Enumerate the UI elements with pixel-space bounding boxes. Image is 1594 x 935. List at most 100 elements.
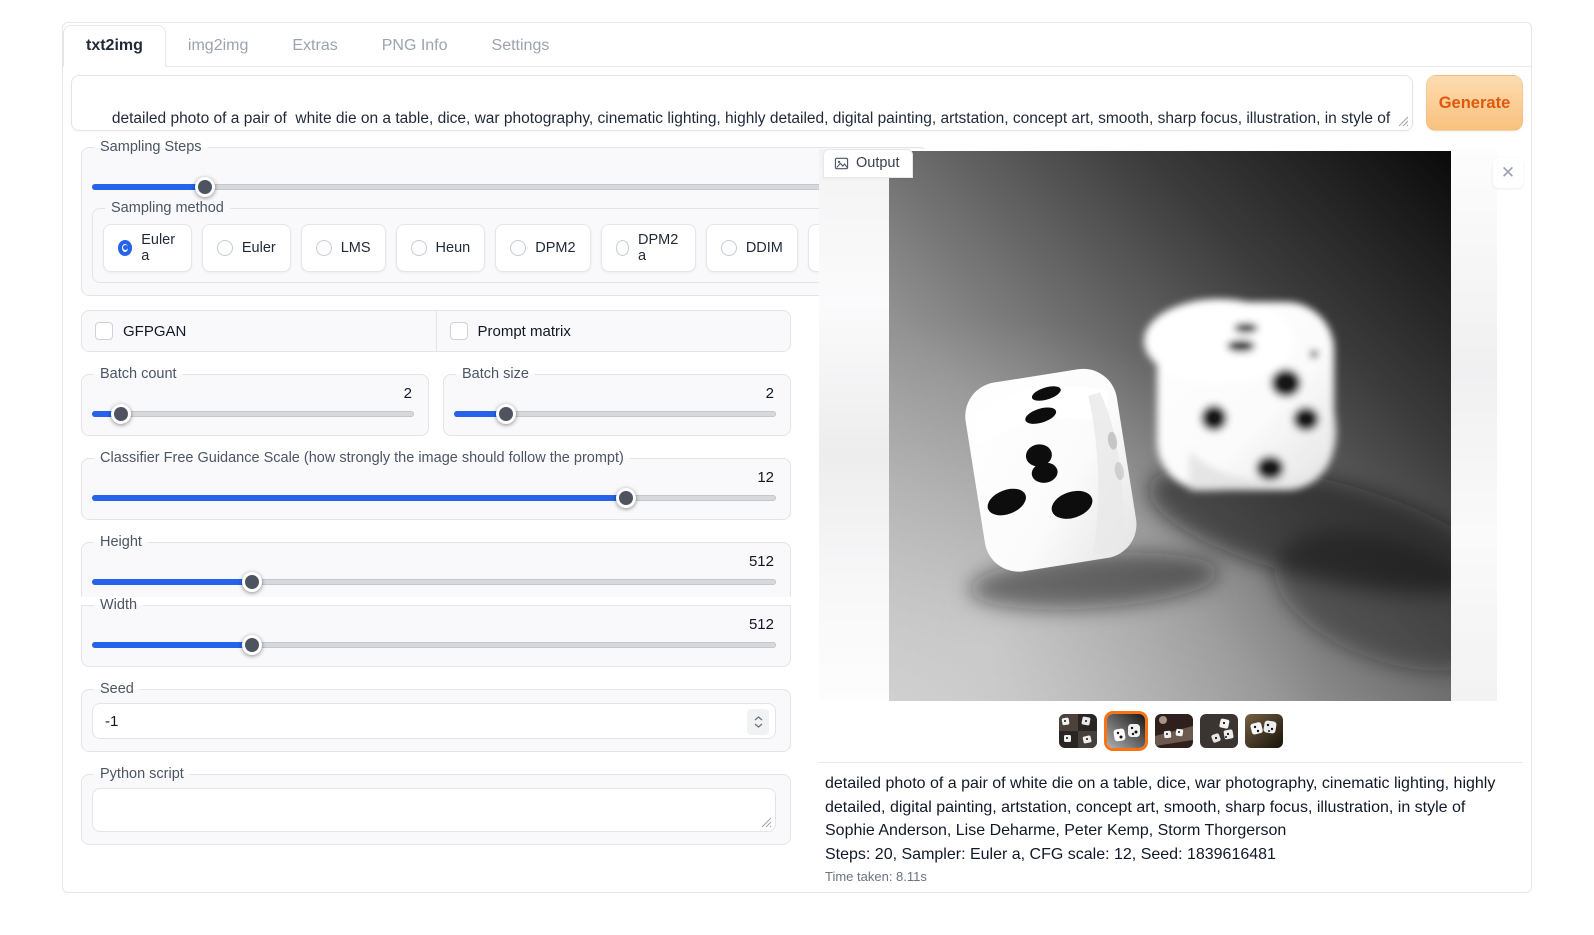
seed-group: Seed -1 [81, 681, 791, 752]
sampler-option-euler[interactable]: Euler [202, 224, 291, 272]
sampler-option-label: DPM2 [535, 240, 575, 256]
time-taken: Time taken: 8.11s [825, 869, 1517, 884]
prompt-text: detailed photo of a pair of white die on… [86, 110, 1395, 131]
batch-size-value: 2 [454, 385, 776, 405]
sampling-method-group: Sampling method Euler a Euler LMS [92, 200, 913, 283]
image-caption: detailed photo of a pair of white die on… [825, 772, 1517, 843]
sampler-option-label: DPM2 a [638, 232, 681, 264]
python-script-group: Python script [81, 766, 791, 845]
tab-extras[interactable]: Extras [270, 26, 359, 66]
batch-size-group: Batch size 2 [443, 366, 791, 436]
batch-count-group: Batch count 2 [81, 366, 429, 436]
controls-column: Sampling Steps 20 Sampling method Euler … [81, 139, 791, 845]
gallery-thumbnails [819, 709, 1523, 753]
cfg-scale-group: Classifier Free Guidance Scale (how stro… [81, 450, 791, 520]
slider-handle[interactable] [195, 177, 215, 197]
output-tab[interactable]: Output [823, 149, 913, 178]
resize-handle-icon[interactable] [760, 816, 772, 828]
slider-track[interactable] [92, 642, 776, 648]
slider-handle[interactable] [616, 488, 636, 508]
sampler-option-label: Euler a [141, 232, 177, 264]
radio-icon [217, 240, 233, 256]
batch-size-slider[interactable] [454, 405, 776, 423]
tab-bar: txt2img img2img Extras PNG Info Settings [63, 23, 1531, 67]
slider-track[interactable] [92, 579, 776, 585]
prompt-matrix-checkbox[interactable] [450, 322, 468, 340]
gfpgan-label: GFPGAN [123, 323, 186, 340]
gallery-thumbnail-1[interactable] [1059, 714, 1097, 748]
slider-track[interactable] [92, 495, 776, 501]
width-label: Width [94, 597, 143, 613]
slider-handle[interactable] [242, 635, 262, 655]
width-value: 512 [92, 616, 776, 636]
radio-icon [316, 240, 332, 256]
batch-count-slider[interactable] [92, 405, 414, 423]
app-container: txt2img img2img Extras PNG Info Settings… [62, 22, 1532, 893]
sampler-option-heun[interactable]: Heun [396, 224, 486, 272]
gallery-thumbnail-5[interactable] [1245, 714, 1283, 748]
gallery-thumbnail-2-selected[interactable] [1104, 711, 1148, 751]
gfpgan-option: GFPGAN [82, 311, 436, 351]
sampler-option-euler-a[interactable]: Euler a [103, 224, 192, 272]
python-script-label: Python script [94, 766, 190, 782]
batch-count-label: Batch count [94, 366, 183, 382]
cfg-scale-value: 12 [92, 469, 776, 489]
radio-icon [721, 240, 737, 256]
prompt-row: detailed photo of a pair of white die on… [63, 67, 1531, 139]
spinner-up-icon[interactable] [754, 716, 763, 721]
tab-png-info[interactable]: PNG Info [360, 26, 470, 66]
gallery-edge-blur-left [819, 149, 889, 701]
height-group: Height 512 [81, 534, 791, 597]
seed-label: Seed [94, 681, 140, 697]
seed-input[interactable]: -1 [92, 703, 776, 739]
slider-handle[interactable] [496, 404, 516, 424]
batch-count-value: 2 [92, 385, 414, 405]
gallery-thumbnail-3[interactable] [1155, 714, 1193, 748]
batch-size-label: Batch size [456, 366, 535, 382]
image-icon [834, 156, 849, 171]
cfg-scale-slider[interactable] [92, 489, 776, 507]
generate-button[interactable]: Generate [1426, 75, 1523, 131]
output-tab-label: Output [856, 155, 900, 171]
tab-settings[interactable]: Settings [470, 26, 572, 66]
height-slider[interactable] [92, 573, 776, 591]
sampling-steps-group: Sampling Steps 20 Sampling method Euler … [81, 139, 928, 296]
height-value: 512 [92, 553, 776, 573]
close-icon[interactable]: ✕ [1493, 158, 1523, 188]
seed-value: -1 [105, 713, 118, 730]
sampler-option-lms[interactable]: LMS [301, 224, 386, 272]
radio-icon [510, 240, 526, 256]
resize-handle-icon[interactable] [1397, 115, 1409, 127]
slider-handle[interactable] [111, 404, 131, 424]
output-panel: Output ✕ [819, 149, 1523, 884]
python-script-input[interactable] [92, 788, 776, 832]
spinner-down-icon[interactable] [754, 723, 763, 728]
slider-track[interactable] [92, 411, 414, 417]
sampling-method-label: Sampling method [105, 200, 230, 216]
generated-image[interactable] [889, 151, 1451, 701]
sampler-option-ddim[interactable]: DDIM [706, 224, 798, 272]
gfpgan-checkbox[interactable] [95, 322, 113, 340]
sampler-option-label: DDIM [746, 240, 783, 256]
generation-params: Steps: 20, Sampler: Euler a, CFG scale: … [825, 843, 1517, 867]
cfg-scale-label: Classifier Free Guidance Scale (how stro… [94, 450, 630, 466]
sampler-option-dpm2[interactable]: DPM2 [495, 224, 590, 272]
width-slider[interactable] [92, 636, 776, 654]
gallery-edge-blur-right [1451, 149, 1497, 701]
number-stepper[interactable] [747, 709, 769, 735]
sampling-steps-label: Sampling Steps [94, 139, 208, 155]
slider-track[interactable] [92, 184, 913, 190]
sampling-steps-slider[interactable] [92, 178, 913, 196]
prompt-input[interactable]: detailed photo of a pair of white die on… [71, 75, 1413, 131]
gallery-thumbnail-4[interactable] [1200, 714, 1238, 748]
tab-txt2img[interactable]: txt2img [63, 25, 166, 67]
height-label: Height [94, 534, 148, 550]
sampler-option-label: LMS [341, 240, 371, 256]
prompt-matrix-option: Prompt matrix [436, 311, 791, 351]
options-panel: GFPGAN Prompt matrix [81, 310, 791, 352]
tab-img2img[interactable]: img2img [166, 26, 270, 66]
sampler-option-label: Euler [242, 240, 276, 256]
sampler-option-dpm2a[interactable]: DPM2 a [601, 224, 696, 272]
slider-handle[interactable] [242, 572, 262, 592]
sampler-option-label: Heun [436, 240, 471, 256]
